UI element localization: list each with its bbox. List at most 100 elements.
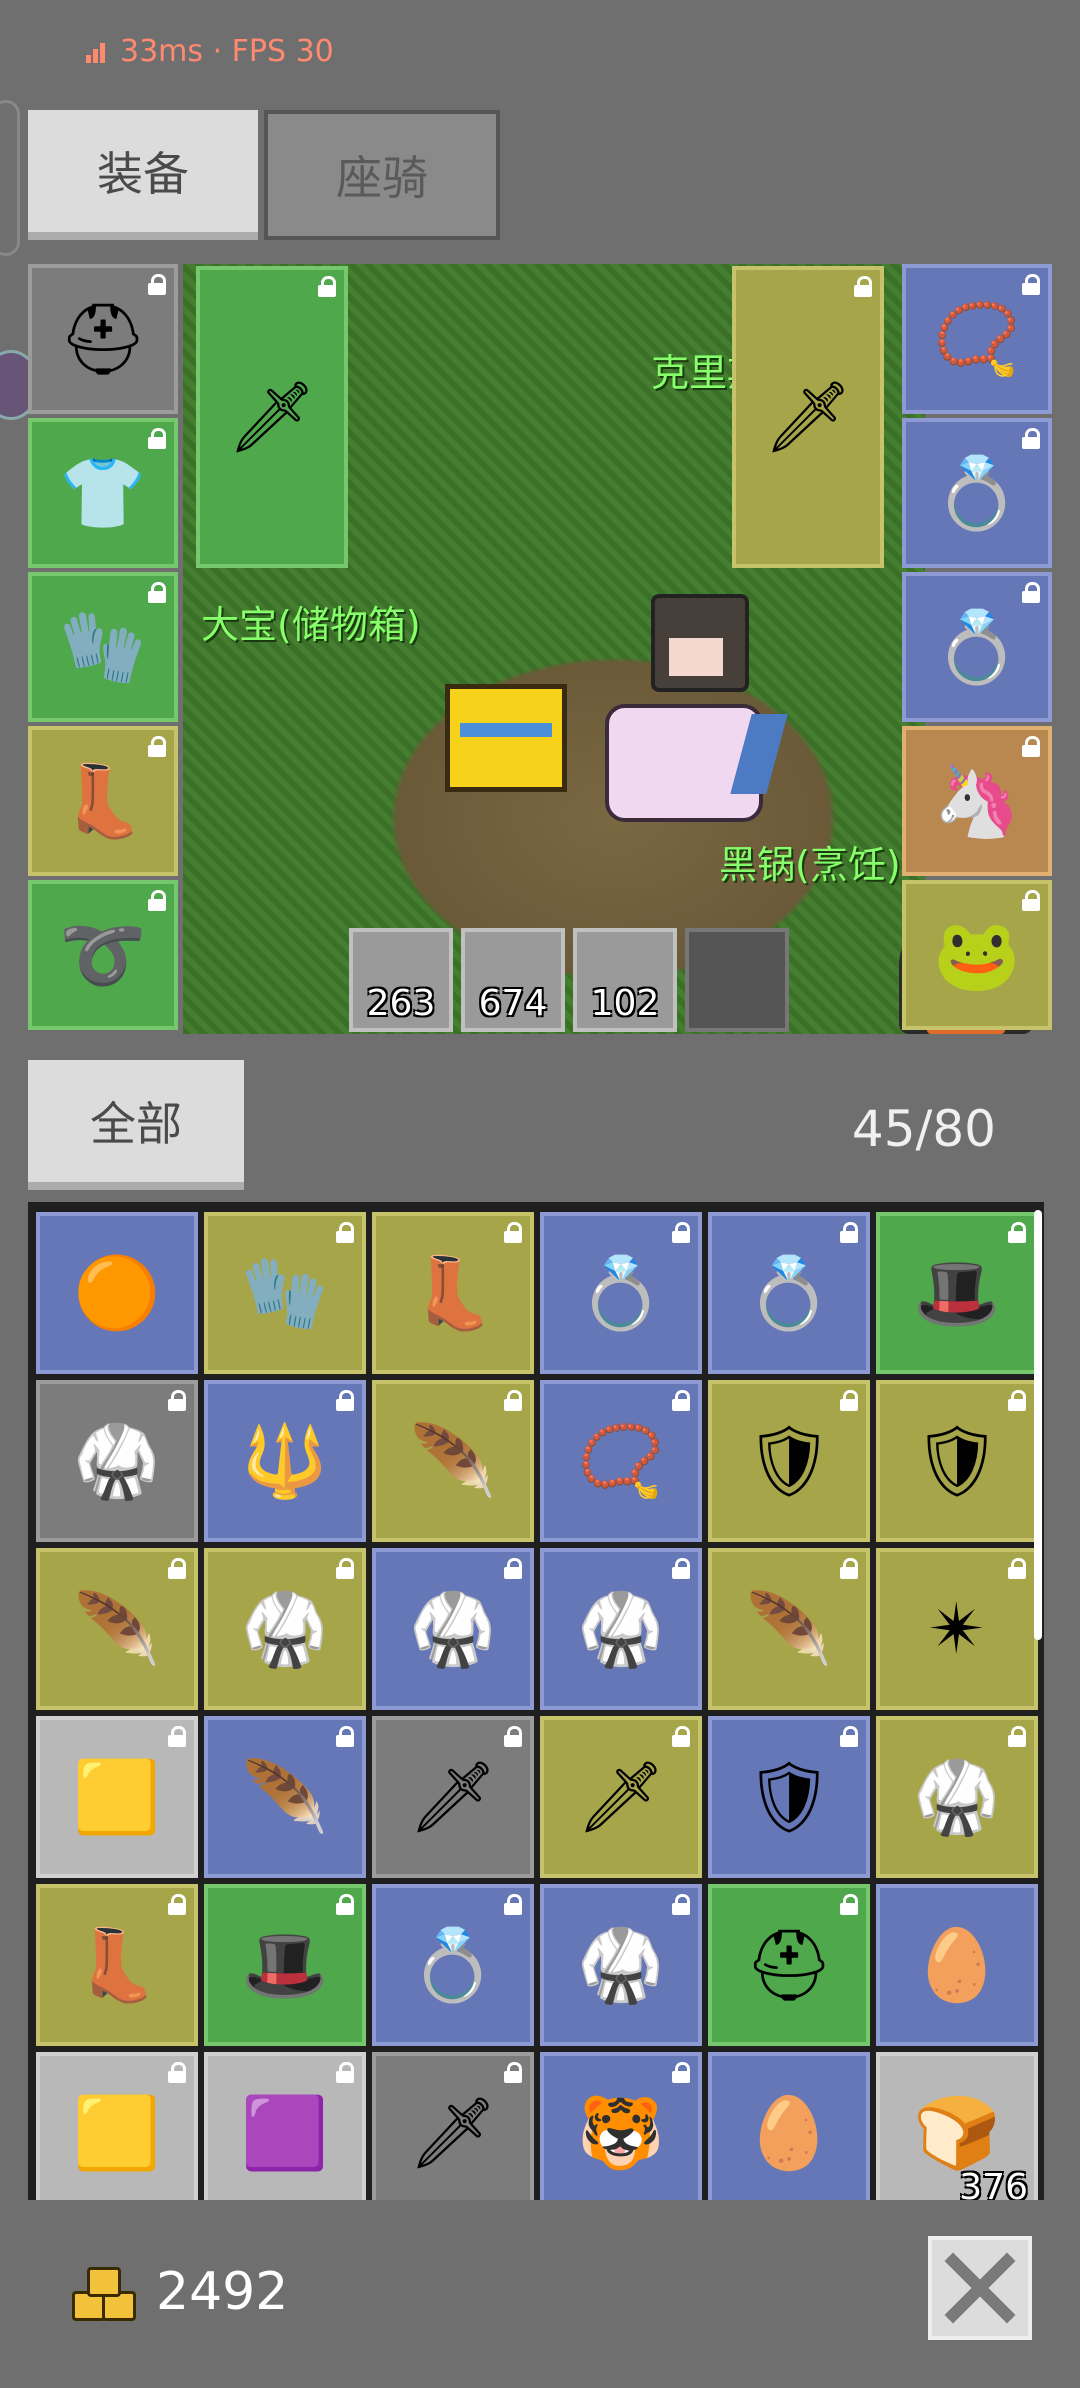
gem-spear-icon: 🗡 <box>408 2092 498 2174</box>
item-slot[interactable]: 🥋 <box>876 1716 1038 1878</box>
item-slot[interactable]: 🟪 <box>204 2052 366 2200</box>
lock-icon <box>336 1726 354 1747</box>
equipment-panel: 克里斯珠宝商 大宝(储物箱) 黑锅(烹饪) 263 674 102 🗡 🗡 ⛑👕… <box>28 264 1052 1034</box>
item-slot[interactable]: 📿 <box>540 1380 702 1542</box>
broad-sword-icon: 🗡 <box>576 1756 666 1838</box>
item-slot[interactable]: 🗡 <box>372 2052 534 2200</box>
item-slot[interactable]: 🛡 <box>708 1380 870 1542</box>
item-slot[interactable]: 🪶 <box>372 1380 534 1542</box>
lock-icon <box>672 1894 690 1915</box>
lock-icon <box>504 1222 522 1243</box>
item-slot[interactable]: 🥋 <box>36 1380 198 1542</box>
item-slot[interactable]: 🐯 <box>540 2052 702 2200</box>
latency-indicator: 33ms · FPS 30 <box>86 34 334 69</box>
hud-item-empty[interactable] <box>685 928 789 1032</box>
item-slot[interactable]: 👢 <box>36 1884 198 2046</box>
equip-slot-left[interactable]: 👢 <box>28 726 178 876</box>
tab-equipment[interactable]: 装备 <box>28 110 258 240</box>
chain-gauntlet-icon: 🧤 <box>241 1252 329 1334</box>
dark-armor-icon: 🥋 <box>409 1588 497 1670</box>
lock-icon <box>840 1726 858 1747</box>
player-character <box>591 594 788 834</box>
inventory-capacity: 45/80 <box>851 1100 996 1158</box>
weapon-slot-off[interactable]: 🗡 <box>732 266 884 568</box>
ruby-ring-icon: 💍 <box>933 452 1021 534</box>
lock-icon <box>1008 1558 1026 1579</box>
item-slot[interactable]: ⛑ <box>708 1884 870 2046</box>
item-slot[interactable]: 🪶 <box>204 1716 366 1878</box>
item-slot[interactable]: 🎩 <box>876 1212 1038 1374</box>
amethyst-icon: 🟪 <box>241 2092 329 2174</box>
red-feather-icon: 🪶 <box>73 1588 161 1670</box>
equip-slot-right[interactable]: 💍 <box>902 418 1052 568</box>
item-slot[interactable]: 🟨 <box>36 1716 198 1878</box>
lock-icon <box>336 1222 354 1243</box>
item-slot[interactable]: 🎩 <box>204 1884 366 2046</box>
item-slot[interactable]: 🛡 <box>876 1380 1038 1542</box>
lock-icon <box>1022 890 1040 911</box>
equip-slot-right[interactable]: 🦄 <box>902 726 1052 876</box>
equip-slot-left[interactable]: 🧤 <box>28 572 178 722</box>
item-slot[interactable]: 🥚 <box>876 1884 1038 2046</box>
dark-armor-icon: 🥋 <box>241 1588 329 1670</box>
item-slot[interactable]: 🍞 376 <box>876 2052 1038 2200</box>
sapphire-ring-icon: 💍 <box>409 1924 497 2006</box>
item-slot[interactable]: 🟨 <box>36 2052 198 2200</box>
weapon-slot-main[interactable]: 🗡 <box>196 266 348 568</box>
mount-portrait-icon: 🦄 <box>933 760 1021 842</box>
item-slot[interactable]: 🥋 <box>204 1548 366 1710</box>
storage-chest[interactable] <box>445 684 567 792</box>
inventory-scrollbar[interactable] <box>1034 1210 1042 1640</box>
item-slot[interactable]: 🟠 <box>36 1212 198 1374</box>
close-button[interactable] <box>928 2236 1032 2340</box>
lock-icon <box>504 1558 522 1579</box>
hud-item-fish[interactable]: 674 <box>461 928 565 1032</box>
equip-slot-left[interactable]: ⛑ <box>28 264 178 414</box>
lock-icon <box>148 428 166 449</box>
lock-icon <box>672 1558 690 1579</box>
hud-item-feather-red[interactable]: 263 <box>349 928 453 1032</box>
lock-icon <box>1008 1726 1026 1747</box>
item-slot[interactable]: 💍 <box>708 1212 870 1374</box>
red-feather-icon: 🪶 <box>241 1756 329 1838</box>
hud-item-feather-blue[interactable]: 102 <box>573 928 677 1032</box>
item-slot[interactable]: 🗡 <box>540 1716 702 1878</box>
item-slot[interactable]: 💍 <box>372 1884 534 2046</box>
item-slot[interactable]: 🗡 <box>372 1716 534 1878</box>
item-slot[interactable]: 🥚 <box>708 2052 870 2200</box>
horned-helmet-icon: ⛑ <box>58 298 148 380</box>
side-drawer-handle[interactable] <box>0 100 20 256</box>
dark-armor-icon: 🥋 <box>913 1756 1001 1838</box>
leather-boots-icon: 👢 <box>409 1252 497 1334</box>
lock-icon <box>336 1558 354 1579</box>
chainmail-armor-icon: 👕 <box>59 452 147 534</box>
red-feather-icon: 🪶 <box>745 1588 833 1670</box>
item-slot[interactable]: 🥋 <box>372 1548 534 1710</box>
equip-slot-right[interactable]: 🐸 <box>902 880 1052 1030</box>
equip-slot-left[interactable]: ➰ <box>28 880 178 1030</box>
item-slot[interactable]: 💍 <box>540 1212 702 1374</box>
item-slot[interactable]: 🥋 <box>540 1884 702 2046</box>
equip-slot-left[interactable]: 👕 <box>28 418 178 568</box>
separator: · <box>212 34 223 69</box>
equip-slot-right[interactable]: 📿 <box>902 264 1052 414</box>
item-slot[interactable]: 🥋 <box>540 1548 702 1710</box>
item-slot[interactable]: 🪶 <box>708 1548 870 1710</box>
item-slot[interactable]: 🧤 <box>204 1212 366 1374</box>
sapphire-ring-icon: 💍 <box>933 606 1021 688</box>
filter-all-button[interactable]: 全部 <box>28 1060 244 1190</box>
item-slot[interactable]: ✴ <box>876 1548 1038 1710</box>
lock-icon <box>504 1390 522 1411</box>
tab-mount[interactable]: 座骑 <box>264 110 500 240</box>
equip-slot-right[interactable]: 💍 <box>902 572 1052 722</box>
emerald-amulet-icon: 📿 <box>933 298 1021 380</box>
egg-icon: 🥚 <box>913 1924 1001 2006</box>
lock-icon <box>1022 428 1040 449</box>
horn-amulet-icon: 📿 <box>577 1420 665 1502</box>
lock-icon <box>168 2062 186 2083</box>
item-slot[interactable]: 🛡 <box>708 1716 870 1878</box>
lock-icon <box>318 276 336 297</box>
item-slot[interactable]: 👢 <box>372 1212 534 1374</box>
item-slot[interactable]: 🔱 <box>204 1380 366 1542</box>
item-slot[interactable]: 🪶 <box>36 1548 198 1710</box>
